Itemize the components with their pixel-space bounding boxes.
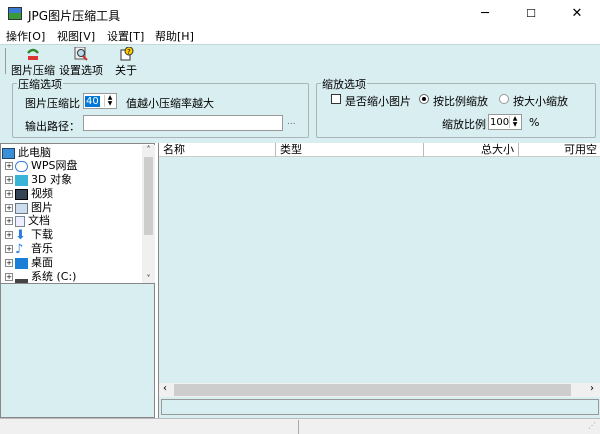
shrink-label: 是否缩小图片	[345, 95, 411, 108]
3d-objects-icon	[15, 174, 28, 186]
tree-item[interactable]: + ♪ 音乐	[5, 240, 53, 257]
by-ratio-label: 按比例缩放	[433, 95, 488, 108]
app-icon	[8, 7, 22, 20]
music-icon: ♪	[15, 241, 24, 257]
scale-ratio-spinner[interactable]: 100 ▲ ▼	[488, 114, 522, 130]
status-divider	[298, 420, 299, 434]
column-free-space[interactable]: 可用空	[519, 143, 600, 157]
by-size-label: 按大小缩放	[513, 95, 568, 108]
column-total-size[interactable]: 总大小	[424, 143, 519, 157]
menu-operate[interactable]: 操作[O]	[6, 28, 45, 44]
toolbar-grip	[5, 48, 6, 74]
tree-item[interactable]: + 视频	[5, 185, 53, 200]
expand-icon[interactable]: +	[5, 273, 13, 281]
documents-icon	[15, 215, 25, 227]
compress-ratio-spinner[interactable]: 40 ▲ ▼	[83, 93, 117, 109]
file-list[interactable]: 名称 类型 总大小 可用空 ‹ ›	[158, 143, 600, 418]
scroll-thumb[interactable]	[144, 157, 153, 235]
scale-options-legend: 缩放选项	[321, 76, 367, 92]
window-title: JPG图片压缩工具	[28, 9, 121, 23]
compress-ratio-value: 40	[85, 96, 100, 107]
options-panel: 压缩选项 图片压缩比 40 ▲ ▼ 值越小压缩率越大 输出路径： ... 缩放选项…	[0, 76, 600, 143]
help-icon: ?	[120, 47, 134, 61]
tree-item[interactable]: + 文档	[5, 212, 50, 227]
output-path-input[interactable]	[83, 115, 283, 131]
left-bottom-panel	[0, 284, 155, 418]
expand-icon[interactable]: +	[5, 204, 13, 212]
tree-item[interactable]: + ⬇ 下载	[5, 226, 53, 243]
expand-icon[interactable]: +	[5, 231, 13, 239]
expand-icon[interactable]: +	[5, 162, 13, 170]
spinner-arrows-icon[interactable]: ▲ ▼	[509, 116, 520, 128]
by-size-radio[interactable]	[499, 94, 509, 104]
tree-root[interactable]: 此电脑	[2, 144, 51, 159]
shrink-checkbox[interactable]	[331, 94, 341, 104]
menu-bar: 操作[O] 视图[V] 设置[T] 帮助[H]	[0, 28, 600, 44]
tree-item[interactable]: +3D 对象	[5, 171, 72, 186]
expand-icon[interactable]: +	[5, 259, 13, 267]
tree-item[interactable]: + 图片	[5, 199, 53, 214]
expand-icon[interactable]: +	[5, 190, 13, 198]
expand-icon[interactable]: +	[5, 245, 13, 253]
menu-settings[interactable]: 设置[T]	[107, 28, 144, 44]
about-button[interactable]: ? 关于	[115, 47, 137, 78]
resize-grip-icon[interactable]: ⋰	[588, 421, 596, 430]
menu-view[interactable]: 视图[V]	[57, 28, 95, 44]
cloud-icon	[15, 160, 28, 172]
list-header: 名称 类型 总大小 可用空	[159, 143, 600, 157]
drive-icon	[15, 272, 28, 283]
close-button[interactable]: ✕	[554, 0, 600, 28]
scroll-thumb[interactable]	[174, 384, 571, 396]
scroll-right-icon[interactable]: ›	[590, 383, 594, 394]
svg-text:?: ?	[127, 48, 131, 56]
desktop-icon	[15, 257, 28, 269]
minimize-button[interactable]: ─	[462, 0, 508, 28]
menu-help[interactable]: 帮助[H]	[155, 28, 194, 44]
settings-button[interactable]: 设置选项	[59, 47, 103, 78]
compress-icon	[27, 48, 39, 60]
output-path-label: 输出路径：	[25, 120, 80, 133]
compress-button[interactable]: 图片压缩	[11, 47, 55, 78]
spinner-arrows-icon[interactable]: ▲ ▼	[104, 95, 115, 107]
maximize-button[interactable]: ☐	[508, 0, 554, 28]
tree-vertical-scrollbar[interactable]: ˄ ˅	[142, 145, 155, 283]
tree-item[interactable]: + WPS网盘	[5, 157, 78, 172]
by-ratio-radio[interactable]	[419, 94, 429, 104]
status-bar: ⋰	[0, 418, 600, 434]
tree-item[interactable]: + 系统 (C:)	[5, 268, 77, 283]
video-icon	[15, 188, 28, 200]
scroll-left-icon[interactable]: ‹	[163, 383, 167, 394]
scale-ratio-value: 100	[490, 117, 510, 128]
percent-label: %	[529, 116, 540, 129]
ratio-hint: 值越小压缩率越大	[126, 97, 214, 110]
toolbar: 图片压缩 设置选项 ? 关于	[0, 44, 600, 78]
compress-options-legend: 压缩选项	[17, 76, 63, 92]
scale-ratio-label: 缩放比例	[442, 118, 486, 131]
expand-icon[interactable]: +	[5, 176, 13, 184]
title-bar: JPG图片压缩工具 ─ ☐ ✕	[0, 0, 600, 28]
list-horizontal-scrollbar[interactable]: ‹ ›	[159, 383, 600, 397]
scale-options-group: 缩放选项 是否缩小图片 按比例缩放 按大小缩放 缩放比例 100 ▲ ▼ %	[316, 76, 596, 138]
tree-item-label: 系统 (C:)	[31, 270, 77, 283]
list-status-box	[161, 399, 599, 415]
column-name[interactable]: 名称	[159, 143, 276, 157]
magnifier-icon	[74, 47, 88, 61]
scroll-up-icon[interactable]: ˄	[142, 145, 155, 157]
browse-button[interactable]: ...	[287, 117, 296, 127]
folder-tree[interactable]: 此电脑 + WPS网盘 +3D 对象 + 视频 + 图片 + 文档 + ⬇ 下载 + ♪ 音乐 …	[0, 143, 155, 284]
ratio-label: 图片压缩比	[25, 97, 80, 110]
compress-options-group: 压缩选项 图片压缩比 40 ▲ ▼ 值越小压缩率越大 输出路径： ...	[12, 76, 309, 138]
tree-item[interactable]: + 桌面	[5, 254, 53, 269]
expand-icon[interactable]: +	[5, 217, 13, 225]
scroll-down-icon[interactable]: ˅	[142, 274, 155, 283]
download-icon: ⬇	[15, 227, 26, 243]
column-type[interactable]: 类型	[276, 143, 424, 157]
